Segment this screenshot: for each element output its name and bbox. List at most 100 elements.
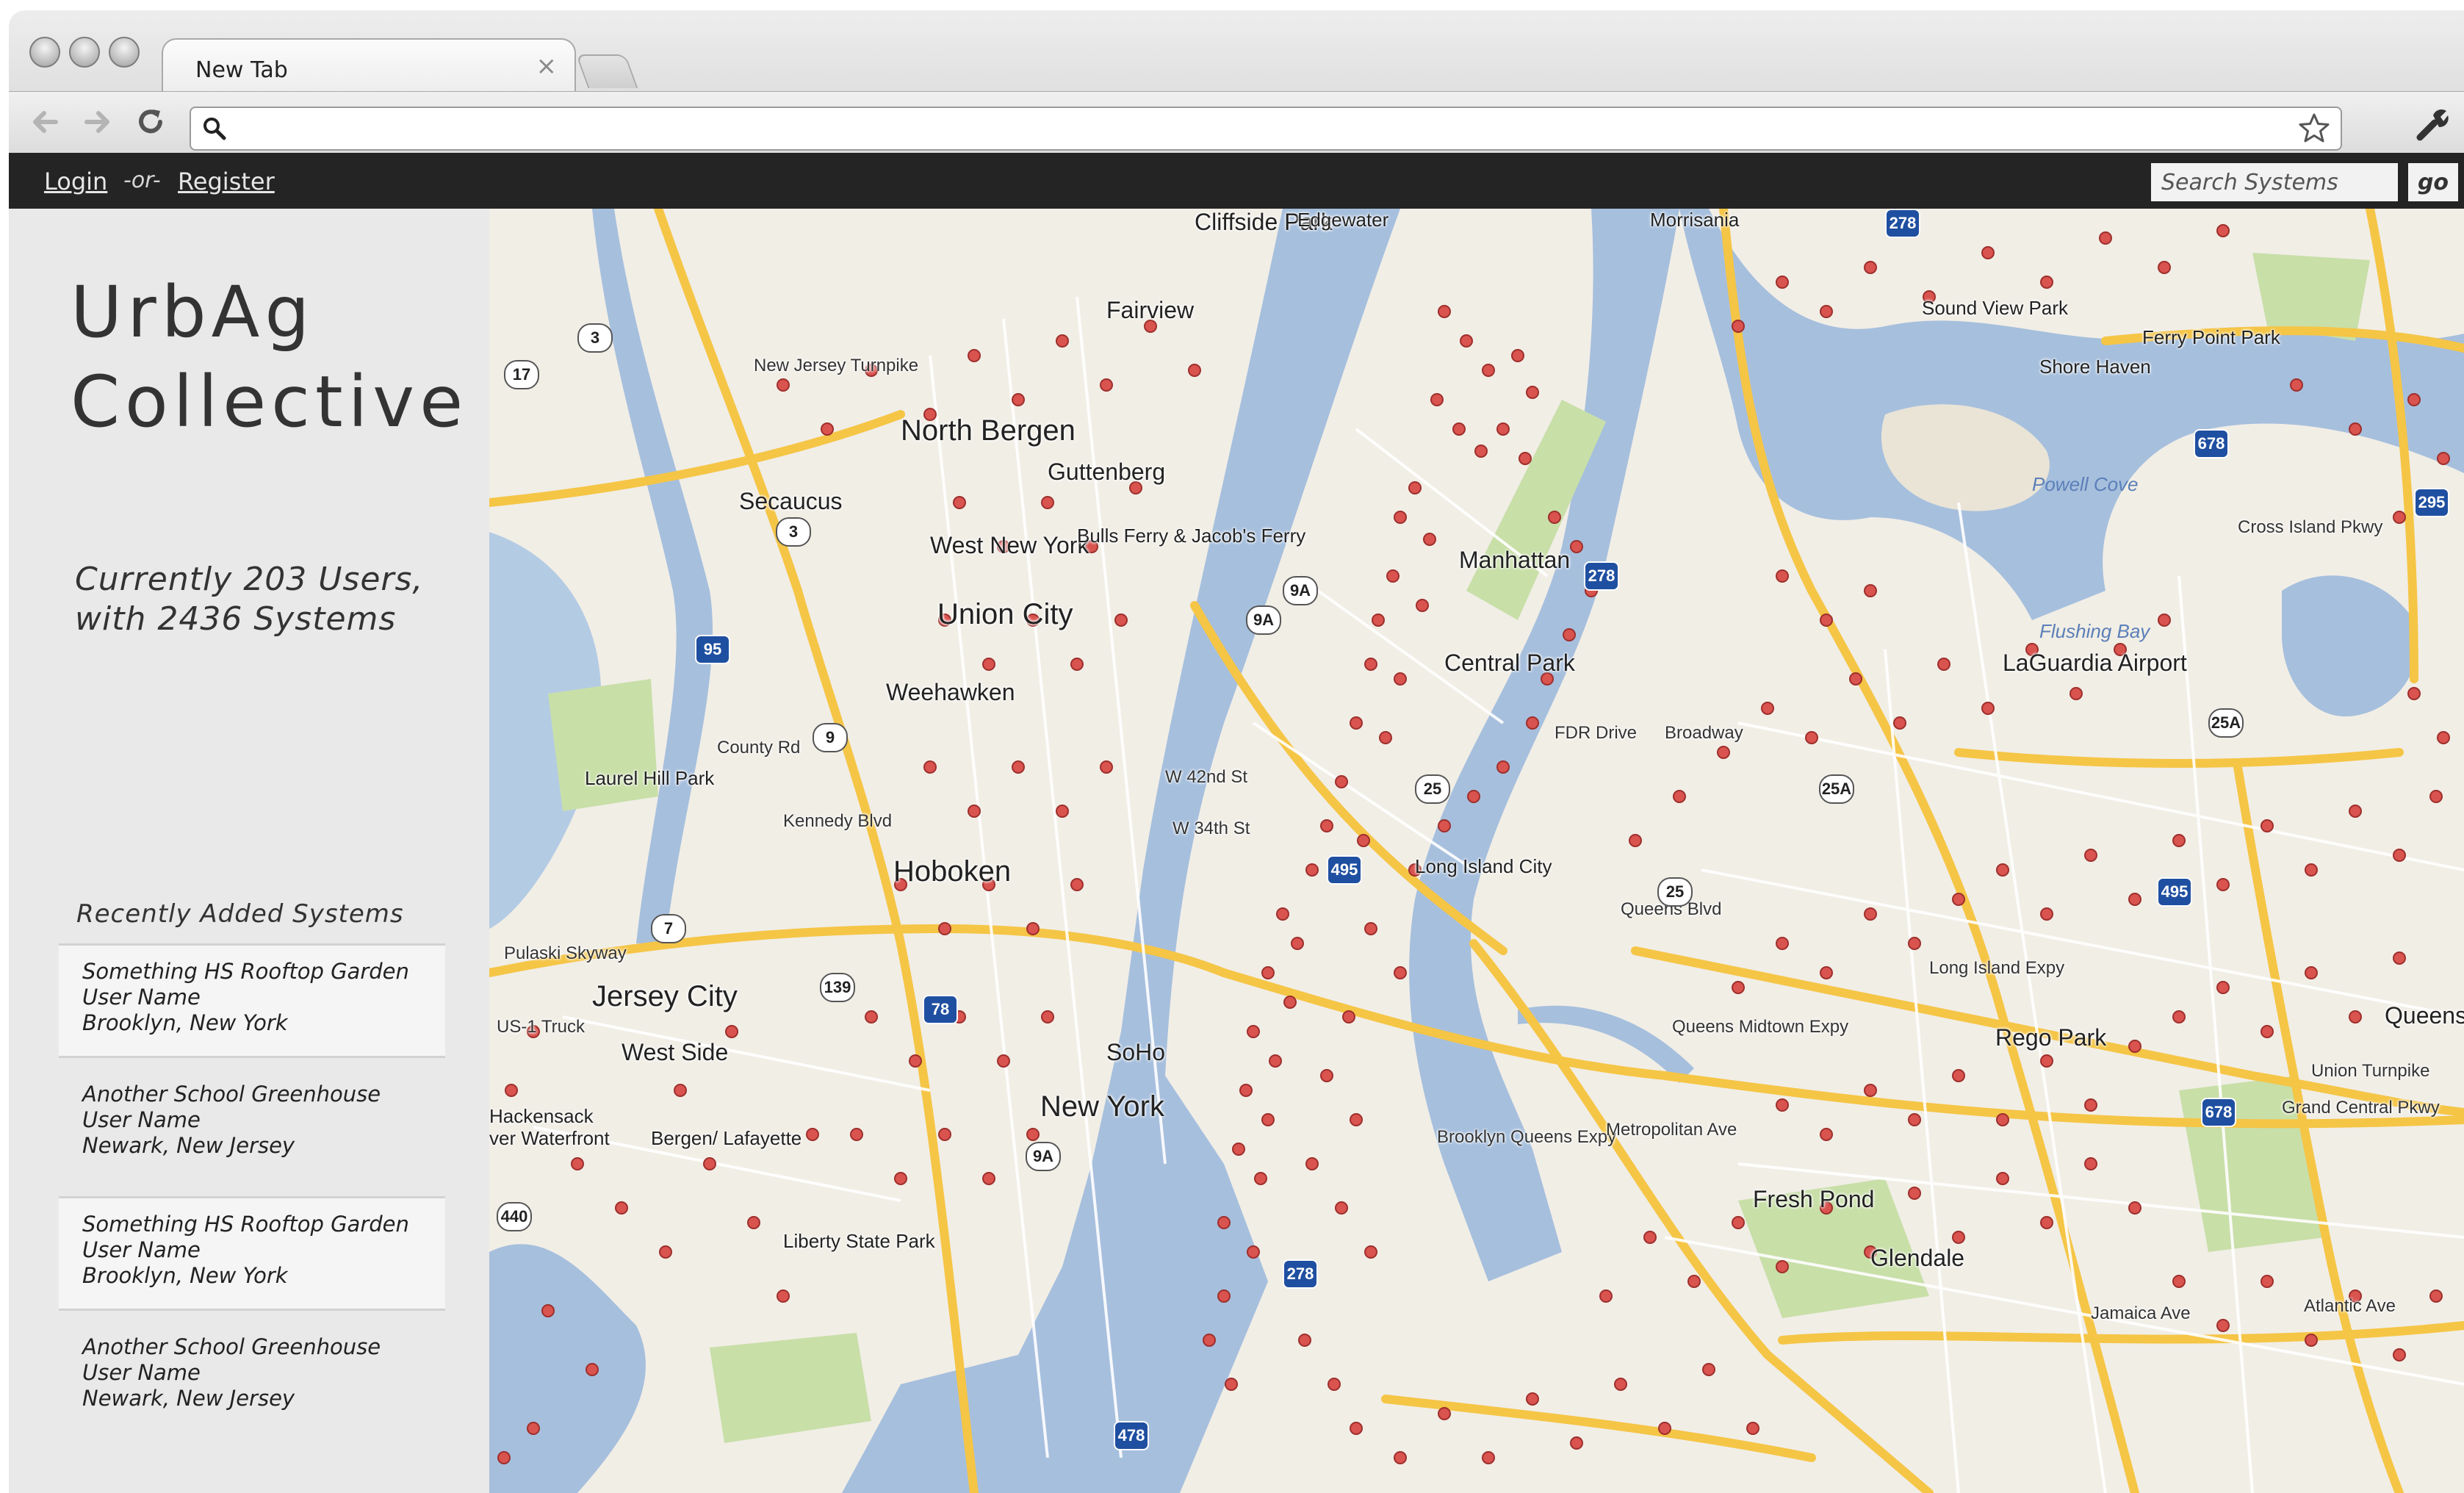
- system-user: User Name: [82, 1237, 201, 1262]
- map-label-us1-truck: US-1 Truck: [497, 1017, 586, 1037]
- map-label-central-park: Central Park: [1444, 650, 1575, 676]
- map-label-w34: W 34th St: [1172, 819, 1250, 838]
- system-location: Brooklyn, New York: [82, 1263, 288, 1288]
- reload-icon[interactable]: [134, 105, 167, 139]
- map-label-laurel-hill: Laurel Hill Park: [585, 767, 715, 789]
- map-label-edgewater: Edgewater: [1297, 209, 1389, 231]
- minimize-window-icon[interactable]: [69, 37, 100, 68]
- route-shield: 78: [923, 995, 958, 1024]
- search-icon: [203, 118, 226, 140]
- map-label-fairview: Fairview: [1106, 297, 1195, 323]
- map-label-bulls-ferry: Bulls Ferry & Jacob's Ferry: [1077, 525, 1306, 547]
- map-label-fresh-pond: Fresh Pond: [1753, 1186, 1875, 1212]
- system-location: Brooklyn, New York: [82, 1010, 288, 1035]
- map-label-atlantic-ave: Atlantic Ave: [2304, 1296, 2396, 1316]
- tab-title: New Tab: [195, 57, 288, 83]
- map-label-bqe: Brooklyn Queens Expy: [1437, 1127, 1617, 1147]
- route-shield: 495: [1327, 855, 1362, 885]
- map-label-glendale: Glendale: [1870, 1245, 1965, 1271]
- system-location: Newark, New Jersey: [82, 1386, 295, 1411]
- system-name: Another School Greenhouse: [82, 1334, 381, 1359]
- forward-icon[interactable]: [81, 105, 115, 139]
- recent-system-item[interactable]: Another School Greenhouse User Name Newa…: [59, 1321, 445, 1436]
- route-shield: 25: [1657, 877, 1693, 907]
- route-shield: 9A: [1026, 1142, 1061, 1171]
- site-title: UrbAg Collective: [71, 267, 482, 447]
- route-shield: 678: [2201, 1098, 2236, 1127]
- recent-system-item[interactable]: Something HS Rooftop Garden User Name Br…: [59, 1196, 445, 1311]
- register-link[interactable]: Register: [178, 168, 275, 195]
- map-label-hackensack: Hackensack: [489, 1105, 594, 1127]
- map-label-rego-park: Rego Park: [1995, 1024, 2107, 1051]
- browser-toolbar: [9, 91, 2464, 154]
- map-label-secaucus: Secaucus: [739, 488, 843, 514]
- route-shield: 278: [1885, 209, 1920, 238]
- map-label-long-island-expy: Long Island Expy: [1929, 958, 2065, 978]
- recent-system-item[interactable]: Another School Greenhouse User Name Newa…: [59, 1068, 445, 1183]
- system-user: User Name: [82, 985, 201, 1010]
- browser-tab[interactable]: New Tab ×: [162, 38, 576, 94]
- route-shield: 95: [695, 635, 730, 664]
- route-shield: 17: [504, 360, 539, 389]
- map-label-west-side: West Side: [622, 1039, 729, 1065]
- route-shield: 9A: [1246, 605, 1281, 635]
- route-shield: 478: [1114, 1421, 1149, 1450]
- route-shield: 3: [577, 323, 613, 353]
- route-shield: 25A: [2208, 708, 2244, 738]
- route-shield: 278: [1584, 561, 1619, 591]
- systems-map[interactable]: Cliffside Park Edgewater Morrisania Fair…: [489, 209, 2464, 1493]
- route-shield: 7: [651, 914, 686, 943]
- browser-window-chrome: New Tab ×: [9, 10, 2464, 154]
- map-label-nj-turnpike: New Jersey Turnpike: [754, 356, 919, 375]
- route-shield: 139: [820, 973, 855, 1002]
- map-label-bergen-lafayette: Bergen/ Lafayette: [651, 1127, 802, 1149]
- system-name: Another School Greenhouse: [82, 1082, 381, 1107]
- maximize-window-icon[interactable]: [109, 37, 140, 68]
- wrench-icon[interactable]: [2414, 105, 2452, 143]
- map-label-pulaski-skyway: Pulaski Skyway: [504, 943, 627, 963]
- map-label-laguardia: LaGuardia Airport: [2003, 650, 2187, 676]
- map-label-morrisania: Morrisania: [1650, 209, 1740, 231]
- map-label-weehawken: Weehawken: [886, 679, 1015, 705]
- map-label-fdr-drive: FDR Drive: [1555, 723, 1637, 743]
- login-link[interactable]: Login: [44, 168, 107, 195]
- map-label-shore-haven: Shore Haven: [2039, 356, 2151, 378]
- map-label-west-new-york: West New York: [930, 532, 1089, 558]
- site-top-bar: Login -or- Register go: [9, 153, 2464, 209]
- recent-systems-heading: Recently Added Systems: [76, 899, 404, 929]
- back-icon[interactable]: [28, 105, 62, 139]
- map-label-ferry-point: Ferry Point Park: [2142, 326, 2280, 348]
- stats-systems: with 2436 Systems: [75, 600, 397, 638]
- map-label-metropolitan-ave: Metropolitan Ave: [1606, 1120, 1737, 1140]
- system-user: User Name: [82, 1360, 201, 1385]
- search-systems-input[interactable]: [2151, 163, 2398, 201]
- route-shield: 278: [1283, 1259, 1318, 1289]
- map-label-w42: W 42nd St: [1165, 767, 1248, 787]
- star-icon[interactable]: [2298, 112, 2330, 143]
- close-window-icon[interactable]: [29, 37, 60, 68]
- map-label-liberty-state-park: Liberty State Park: [783, 1230, 935, 1252]
- map-label-flushing-bay: Flushing Bay: [2039, 620, 2150, 642]
- laurel-hill-park: [548, 679, 658, 811]
- map-label-union-city: Union City: [937, 598, 1073, 630]
- system-location: Newark, New Jersey: [82, 1133, 295, 1158]
- recent-system-item[interactable]: Something HS Rooftop Garden User Name Br…: [59, 943, 445, 1058]
- map-label-broadway: Broadway: [1665, 723, 1743, 743]
- route-shield: 495: [2157, 877, 2192, 907]
- map-label-county-rd: County Rd: [717, 738, 801, 758]
- map-label-grand-central-pkwy: Grand Central Pkwy: [2282, 1098, 2440, 1118]
- map-label-powell-cove: Powell Cove: [2032, 473, 2139, 495]
- new-tab-button[interactable]: [575, 54, 638, 88]
- map-base-layer: [489, 209, 2464, 1493]
- address-bar[interactable]: [190, 107, 2342, 151]
- route-shield: 25: [1415, 774, 1450, 804]
- map-label-river-waterfront: ver Waterfront: [489, 1127, 610, 1149]
- user-system-stats: Currently 203 Users, with 2436 Systems: [75, 560, 486, 639]
- search-go-button[interactable]: go: [2408, 163, 2458, 201]
- system-name: Something HS Rooftop Garden: [82, 1212, 409, 1237]
- map-label-jersey-city: Jersey City: [592, 980, 738, 1012]
- route-shield: 9: [813, 723, 848, 752]
- tab-close-icon[interactable]: ×: [536, 51, 558, 81]
- route-shield: 3: [776, 517, 811, 547]
- system-name: Something HS Rooftop Garden: [82, 959, 409, 984]
